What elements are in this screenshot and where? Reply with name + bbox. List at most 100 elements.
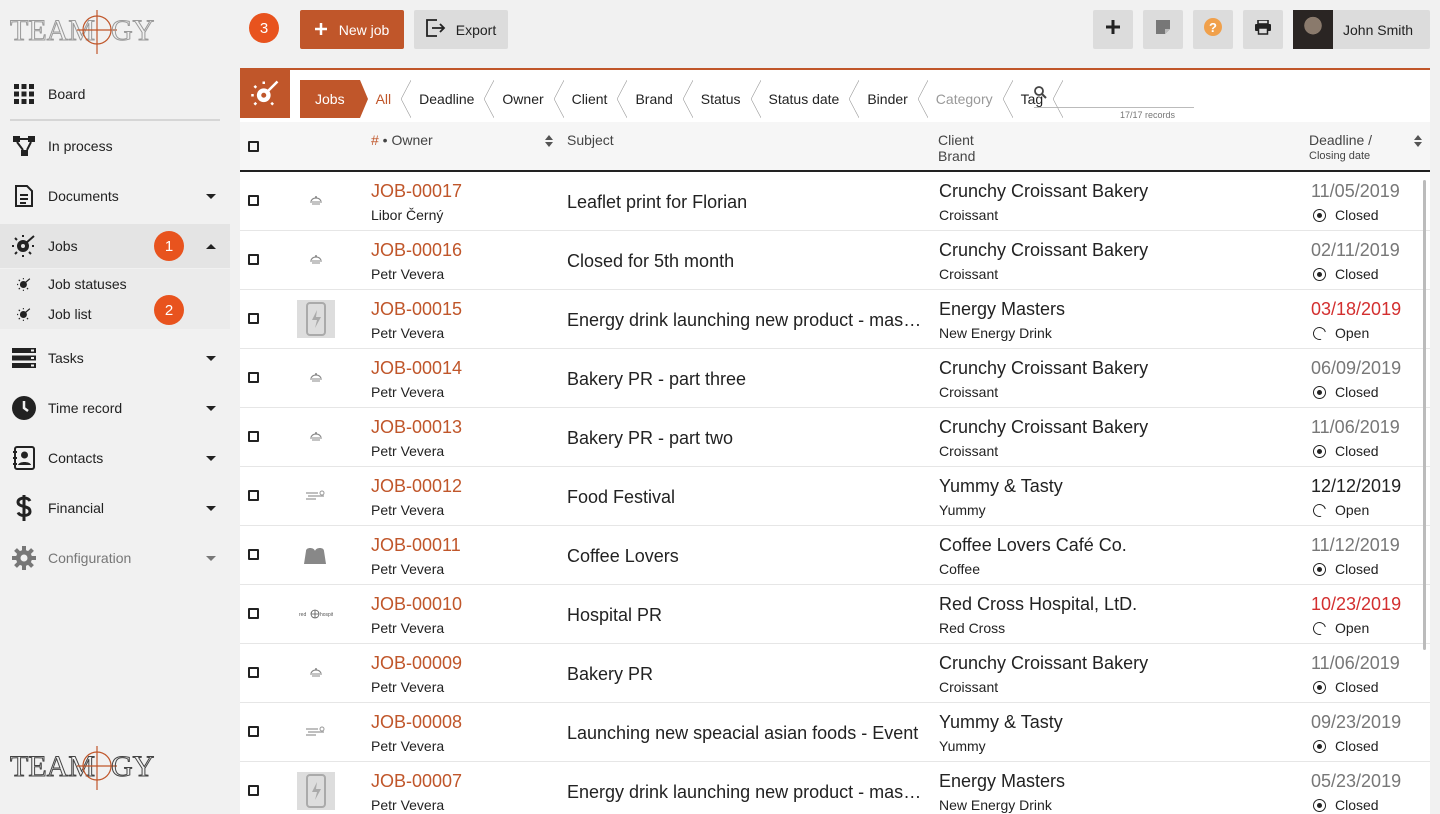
row-checkbox[interactable] xyxy=(248,490,259,501)
table-row[interactable]: JOB-00011 Petr Vevera Coffee Lovers Coffee … xyxy=(240,526,1430,585)
export-button[interactable]: Export xyxy=(414,10,508,49)
job-number-link[interactable]: JOB-00013 xyxy=(371,417,462,438)
job-owner: Petr Vevera xyxy=(371,266,445,282)
table-row[interactable]: JOB-00007 Petr Vevera Energy drink launchi… xyxy=(240,762,1430,814)
table-row[interactable]: JOB-00014 Petr Vevera Bakery PR - part thr… xyxy=(240,349,1430,408)
table-row[interactable]: JOB-00008 Petr Vevera Launching new speaci… xyxy=(240,703,1430,762)
row-checkbox[interactable] xyxy=(248,372,259,383)
job-subject[interactable]: Launching new speacial asian foods - Eve… xyxy=(567,723,927,744)
teamogy-logo[interactable]: TEAM GY xyxy=(10,8,160,58)
sidebar-item-tasks[interactable]: Tasks xyxy=(0,336,230,380)
job-subject[interactable]: Bakery PR xyxy=(567,664,927,685)
job-number-link[interactable]: JOB-00012 xyxy=(371,476,462,497)
job-number-link[interactable]: JOB-00010 xyxy=(371,594,462,615)
sidebar-item-configuration[interactable]: Configuration xyxy=(0,536,230,580)
chevron-down-icon xyxy=(192,505,230,511)
sort-icon[interactable] xyxy=(1414,134,1422,150)
filter-binder[interactable]: Binder xyxy=(853,80,929,118)
filter-brand[interactable]: Brand xyxy=(621,80,694,118)
brand-thumbnail xyxy=(297,359,335,397)
row-checkbox[interactable] xyxy=(248,313,259,324)
row-checkbox[interactable] xyxy=(248,667,259,678)
user-menu[interactable]: John Smith xyxy=(1293,10,1430,49)
notes-button[interactable] xyxy=(1143,10,1183,49)
sidebar-item-time-record[interactable]: Time record xyxy=(0,386,230,430)
job-subject[interactable]: Food Festival xyxy=(567,487,927,508)
filter-category[interactable]: Category xyxy=(921,80,1013,118)
job-subject[interactable]: Bakery PR - part two xyxy=(567,428,927,449)
row-checkbox[interactable] xyxy=(248,195,259,206)
job-subject[interactable]: Hospital PR xyxy=(567,605,927,626)
sidebar-item-contacts[interactable]: Contacts xyxy=(0,436,230,480)
table-row[interactable]: JOB-00012 Petr Vevera Food Festival Yummy &… xyxy=(240,467,1430,526)
job-subject[interactable]: Closed for 5th month xyxy=(567,251,927,272)
job-number-link[interactable]: JOB-00009 xyxy=(371,653,462,674)
row-checkbox[interactable] xyxy=(248,549,259,560)
job-subject[interactable]: Leaflet print for Florian xyxy=(567,192,927,213)
header-deadline[interactable]: Deadline / xyxy=(1309,132,1372,148)
table-row[interactable]: JOB-00015 Petr Vevera Energy drink launchi… xyxy=(240,290,1430,349)
table-row[interactable]: JOB-00009 Petr Vevera Bakery PR Crunchy Cro… xyxy=(240,644,1430,703)
row-checkbox[interactable] xyxy=(248,608,259,619)
header-brand[interactable]: Brand xyxy=(938,148,975,164)
header-number-owner[interactable]: # • Owner xyxy=(371,132,433,148)
filter-owner[interactable]: Owner xyxy=(488,80,564,118)
sidebar-item-in-process[interactable]: In process xyxy=(0,124,230,168)
table-row[interactable]: JOB-00017 Libor Černý Leaflet print for Fl… xyxy=(240,172,1430,231)
job-number-link[interactable]: JOB-00015 xyxy=(371,299,462,320)
table-row[interactable]: JOB-00013 Petr Vevera Bakery PR - part two… xyxy=(240,408,1430,467)
sidebar-item-board[interactable]: Board xyxy=(0,72,230,116)
scrollbar[interactable] xyxy=(1423,180,1426,650)
table-row[interactable]: JOB-00016 Petr Vevera Closed for 5th month… xyxy=(240,231,1430,290)
row-checkbox[interactable] xyxy=(248,726,259,737)
print-button[interactable] xyxy=(1243,10,1283,49)
job-deadline: 11/06/2019 xyxy=(1311,653,1400,673)
filter-client[interactable]: Client xyxy=(557,80,628,118)
filter-status-date[interactable]: Status date xyxy=(754,80,860,118)
search-icon xyxy=(1034,86,1047,104)
job-deadline: 10/23/2019 xyxy=(1311,594,1402,614)
filter-jobs[interactable]: Jobs xyxy=(300,80,368,118)
job-deadline: 11/06/2019 xyxy=(1311,417,1400,437)
help-button[interactable]: ? xyxy=(1193,10,1233,49)
job-owner: Petr Vevera xyxy=(371,620,445,636)
sidebar-item-label: Contacts xyxy=(48,450,104,466)
header-subject[interactable]: Subject xyxy=(567,132,614,148)
sort-icon[interactable] xyxy=(545,134,553,150)
add-button[interactable] xyxy=(1093,10,1133,49)
table-row[interactable]: red hospital JOB-00010 Petr Vevera Hospital … xyxy=(240,585,1430,644)
sidebar-subitem-job-statuses[interactable]: Job statuses xyxy=(0,269,230,299)
new-job-button[interactable]: New job xyxy=(300,10,404,49)
job-number-link[interactable]: JOB-00014 xyxy=(371,358,462,379)
row-checkbox[interactable] xyxy=(248,254,259,265)
job-number-link[interactable]: JOB-00007 xyxy=(371,771,462,792)
header-client[interactable]: Client xyxy=(938,132,974,148)
chevron-down-icon xyxy=(192,193,230,199)
job-number-link[interactable]: JOB-00017 xyxy=(371,181,462,202)
sidebar-item-documents[interactable]: Documents xyxy=(0,174,230,218)
sidebar-subitem-job-list[interactable]: Job list xyxy=(0,299,230,329)
sidebar-item-jobs[interactable]: Jobs xyxy=(0,224,230,268)
filter-deadline[interactable]: Deadline xyxy=(405,80,495,118)
filter-status[interactable]: Status xyxy=(686,80,761,118)
status-label: Closed xyxy=(1335,679,1379,695)
row-checkbox[interactable] xyxy=(248,785,259,796)
job-number-link[interactable]: JOB-00008 xyxy=(371,712,462,733)
job-client: Crunchy Croissant Bakery xyxy=(939,358,1149,378)
new-job-label: New job xyxy=(338,21,390,38)
job-number-link[interactable]: JOB-00011 xyxy=(371,535,461,556)
flow-icon xyxy=(0,136,48,156)
sidebar-item-financial[interactable]: Financial xyxy=(0,486,230,530)
row-checkbox[interactable] xyxy=(248,431,259,442)
job-subject[interactable]: Energy drink launching new product - mas… xyxy=(567,310,927,331)
job-subject[interactable]: Energy drink launching new product - mas… xyxy=(567,782,927,803)
job-owner: Petr Vevera xyxy=(371,797,445,813)
job-subject[interactable]: Bakery PR - part three xyxy=(567,369,927,390)
select-all-checkbox[interactable] xyxy=(248,141,259,152)
status-label: Closed xyxy=(1335,561,1379,577)
job-number-link[interactable]: JOB-00016 xyxy=(371,240,462,261)
job-subject[interactable]: Coffee Lovers xyxy=(567,546,927,567)
closed-status-icon xyxy=(1313,680,1326,694)
avatar xyxy=(1293,10,1333,49)
badge-2: 2 xyxy=(154,295,184,325)
